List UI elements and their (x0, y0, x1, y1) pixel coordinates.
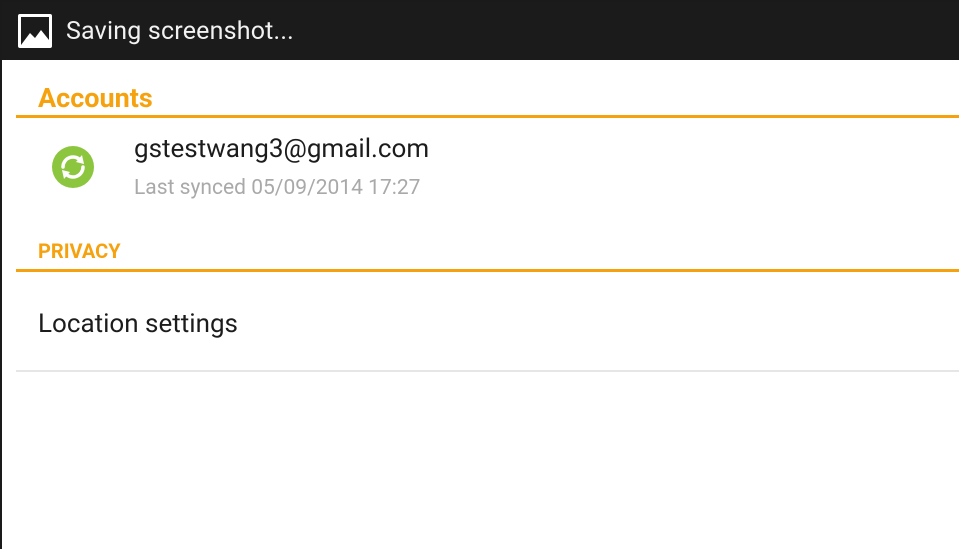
notification-bar: Saving screenshot... (2, 2, 959, 60)
account-email: gstestwang3@gmail.com (134, 134, 430, 164)
sync-icon (52, 146, 94, 188)
account-item[interactable]: gstestwang3@gmail.com Last synced 05/09/… (16, 120, 959, 230)
section-header-privacy: PRIVACY (16, 234, 959, 272)
location-settings-item[interactable]: Location settings (16, 274, 959, 372)
account-last-synced: Last synced 05/09/2014 17:27 (134, 176, 421, 200)
image-icon (18, 14, 52, 48)
section-title-accounts: Accounts (38, 82, 153, 114)
section-title-privacy: PRIVACY (38, 239, 121, 263)
notification-text: Saving screenshot... (66, 16, 294, 46)
settings-screen: Saving screenshot... Accounts gstestwang… (0, 0, 959, 549)
section-header-accounts: Accounts (16, 82, 959, 118)
location-settings-label: Location settings (38, 309, 238, 339)
